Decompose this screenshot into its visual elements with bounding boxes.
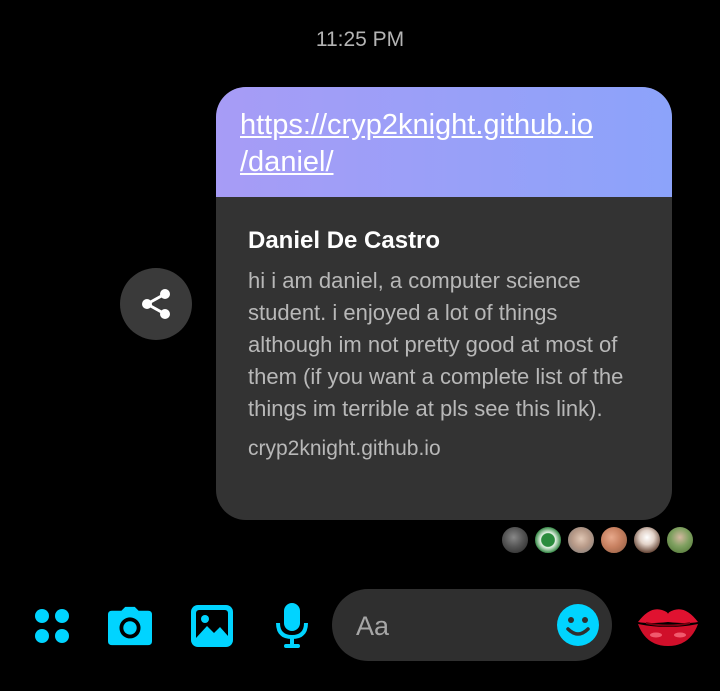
link-preview[interactable]: Daniel De Castro hi i am daniel, a compu… xyxy=(216,197,672,461)
four-dots-icon xyxy=(35,609,69,643)
message-input[interactable]: Aa xyxy=(332,589,612,661)
image-icon xyxy=(191,605,233,647)
composer-bar: Aa xyxy=(0,588,720,664)
message-link[interactable]: https://cryp2knight.github.io /daniel/ xyxy=(240,107,648,181)
avatar xyxy=(599,525,629,555)
message-timestamp: 11:25 PM xyxy=(315,28,405,51)
link-text-line-2: /daniel/ xyxy=(240,146,334,178)
avatar xyxy=(500,525,530,555)
avatar xyxy=(665,525,695,555)
message-bubble[interactable]: https://cryp2knight.github.io /daniel/ D… xyxy=(216,87,672,520)
camera-button[interactable] xyxy=(108,604,152,648)
gallery-button[interactable] xyxy=(190,604,234,648)
preview-title: Daniel De Castro xyxy=(248,227,441,254)
read-receipts xyxy=(500,525,695,555)
avatar xyxy=(533,525,563,555)
avatar xyxy=(632,525,662,555)
link-text-line-1: https://cryp2knight.github.io xyxy=(240,109,594,141)
voice-button[interactable] xyxy=(270,603,314,648)
message-input-placeholder: Aa xyxy=(356,611,390,641)
share-button[interactable] xyxy=(120,268,192,340)
camera-icon xyxy=(108,606,152,646)
preview-description: hi i am daniel, a computer science stude… xyxy=(248,268,624,421)
avatar xyxy=(566,525,596,555)
preview-domain: cryp2knight.github.io xyxy=(248,437,441,460)
link-header[interactable]: https://cryp2knight.github.io /daniel/ xyxy=(216,87,672,197)
menu-button[interactable] xyxy=(30,604,74,648)
lips-icon[interactable] xyxy=(636,602,700,648)
microphone-icon xyxy=(276,603,308,648)
smiley-icon[interactable] xyxy=(556,603,600,647)
share-icon xyxy=(142,289,170,319)
